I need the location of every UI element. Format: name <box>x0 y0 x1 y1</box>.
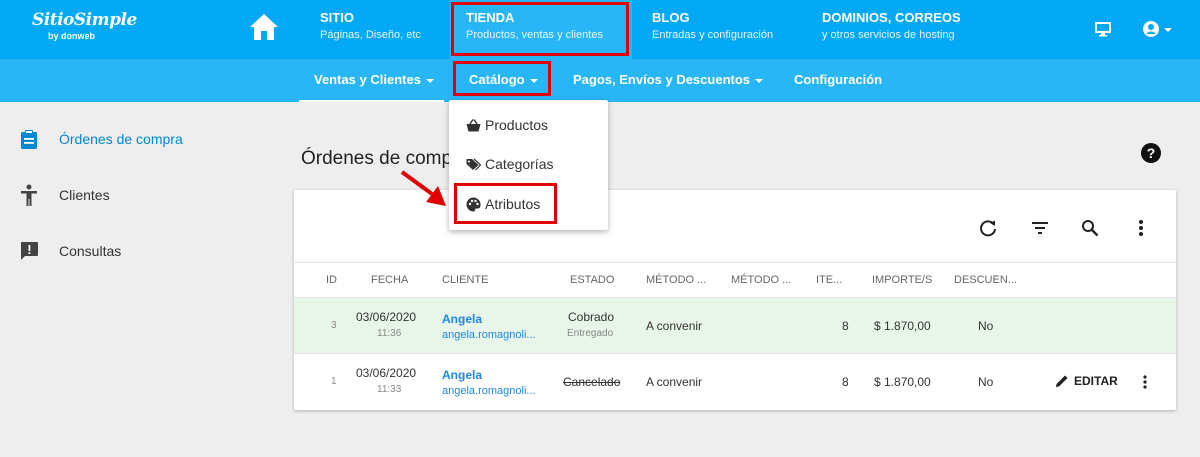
page-title: Órdenes de compra <box>301 148 469 169</box>
monitor-icon[interactable] <box>1094 20 1112 43</box>
subnav-pagos-label: Pagos, Envíos y Descuentos <box>573 72 751 87</box>
sidebar-consultas-label: Consultas <box>59 243 122 259</box>
subnav-configuracion[interactable]: Configuración <box>794 59 882 102</box>
search-icon[interactable] <box>1079 217 1101 239</box>
order-time: 11:36 <box>377 328 402 339</box>
col-id[interactable]: ID <box>326 263 337 297</box>
col-estado[interactable]: ESTADO <box>570 263 614 297</box>
sub-navbar: Ventas y Clientes Catálogo Pagos, Envíos… <box>0 59 1200 102</box>
basket-icon <box>465 117 481 133</box>
edit-label: EDITAR <box>1074 374 1118 388</box>
payment-method: A convenir <box>646 319 703 333</box>
person-icon <box>18 184 40 206</box>
sidebar-clientes-label: Clientes <box>59 187 110 203</box>
sidebar-item-ordenes[interactable]: Órdenes de compra <box>18 127 183 151</box>
logo-subtext: by donweb <box>48 31 95 41</box>
nav-dominios-subtitle: y otros servicios de hosting <box>822 29 955 41</box>
row-more-icon[interactable] <box>1142 374 1148 395</box>
client-email[interactable]: angela.romagnoli... <box>442 385 536 397</box>
refresh-icon[interactable] <box>977 217 999 239</box>
client-name[interactable]: Angela <box>442 312 482 326</box>
order-date: 03/06/2020 <box>356 310 417 324</box>
more-vertical-icon[interactable] <box>1130 217 1152 239</box>
orders-table-card: ID FECHA CLIENTE ESTADO MÉTODO ... MÉTOD… <box>294 190 1176 410</box>
client-name[interactable]: Angela <box>442 368 482 382</box>
client-email[interactable]: angela.romagnoli... <box>442 329 536 341</box>
subnav-ventas[interactable]: Ventas y Clientes <box>299 59 444 102</box>
caret-down-icon <box>425 78 434 83</box>
highlight-catalogo <box>453 61 551 96</box>
nav-blog-title: BLOG <box>652 10 690 25</box>
order-id: 3 <box>331 320 337 331</box>
col-cliente[interactable]: CLIENTE <box>442 263 488 297</box>
menu-categorias-label: Categorías <box>485 156 554 172</box>
caret-down-icon <box>755 78 764 83</box>
order-discount: No <box>978 375 994 389</box>
order-discount: No <box>978 319 994 333</box>
feedback-icon <box>18 240 40 262</box>
sidebar-item-consultas[interactable]: Consultas <box>18 239 121 263</box>
pencil-icon <box>1056 375 1068 387</box>
col-metodo-envio[interactable]: MÉTODO ... <box>731 263 791 297</box>
highlight-atributos <box>454 183 557 224</box>
nav-dominios-title: DOMINIOS, CORREOS <box>822 10 961 25</box>
sidebar-ordenes-label: Órdenes de compra <box>59 131 183 147</box>
col-descuento[interactable]: DESCUEN... <box>954 263 1017 297</box>
logo-text: SitioSimple <box>32 10 137 30</box>
col-metodo-pago[interactable]: MÉTODO ... <box>646 263 706 297</box>
home-icon[interactable] <box>248 12 280 42</box>
filter-icon[interactable] <box>1029 217 1051 239</box>
col-items[interactable]: ITE... <box>816 263 842 297</box>
clipboard-icon <box>18 128 40 150</box>
sitiosimple-logo[interactable]: SitioSimple by donweb <box>32 10 137 41</box>
order-amount: $ 1.870,00 <box>874 319 931 333</box>
sidebar-item-clientes[interactable]: Clientes <box>18 183 110 207</box>
order-status: Cobrado <box>568 310 615 324</box>
nav-sitio[interactable]: SITIO Páginas, Diseño, etc <box>320 0 450 59</box>
nav-dominios[interactable]: DOMINIOS, CORREOS y otros servicios de h… <box>822 0 1042 59</box>
order-id: 1 <box>331 376 337 387</box>
subnav-pagos[interactable]: Pagos, Envíos y Descuentos <box>573 59 764 102</box>
menu-productos-label: Productos <box>485 117 549 133</box>
table-row[interactable]: 1 03/06/2020 11:33 Angela angela.romagno… <box>294 354 1176 410</box>
red-arrow-annotation <box>400 170 446 206</box>
menu-item-categorias[interactable]: Categorías <box>465 154 553 174</box>
help-icon[interactable]: ? <box>1141 143 1161 163</box>
table-row[interactable]: 3 03/06/2020 11:36 Angela angela.romagno… <box>294 298 1176 354</box>
order-amount: $ 1.870,00 <box>874 375 931 389</box>
account-icon[interactable] <box>1143 20 1177 43</box>
order-date: 03/06/2020 <box>356 366 417 380</box>
order-time: 11:33 <box>377 384 402 395</box>
col-fecha[interactable]: FECHA <box>371 263 408 297</box>
highlight-tienda <box>451 2 629 56</box>
nav-blog-subtitle: Entradas y configuración <box>652 29 774 41</box>
order-items: 8 <box>842 319 849 333</box>
nav-sitio-title: SITIO <box>320 10 354 25</box>
order-substatus: Entregado <box>567 328 614 339</box>
col-importe[interactable]: IMPORTE/S <box>872 263 932 297</box>
order-status: Cancelado <box>563 375 621 389</box>
menu-item-productos[interactable]: Productos <box>465 115 548 135</box>
tags-icon <box>465 156 481 172</box>
subnav-ventas-label: Ventas y Clientes <box>314 72 421 87</box>
nav-sitio-subtitle: Páginas, Diseño, etc <box>320 29 421 41</box>
payment-method: A convenir <box>646 375 703 389</box>
subnav-config-label: Configuración <box>794 72 883 87</box>
order-items: 8 <box>842 375 849 389</box>
edit-button[interactable]: EDITAR <box>1054 373 1118 389</box>
table-header: ID FECHA CLIENTE ESTADO MÉTODO ... MÉTOD… <box>294 262 1176 298</box>
nav-blog[interactable]: BLOG Entradas y configuración <box>652 0 812 59</box>
